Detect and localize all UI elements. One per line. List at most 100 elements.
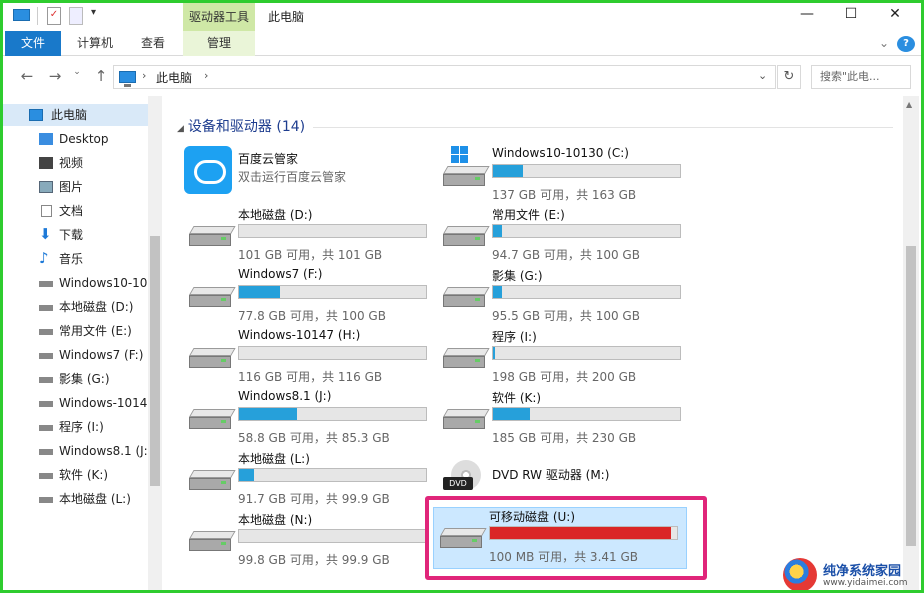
drive-free-space: 双击运行百度云管家 <box>238 170 347 184</box>
scroll-up-icon[interactable]: ▲ <box>906 100 912 109</box>
drive-free-space: 198 GB 可用，共 200 GB <box>492 370 637 384</box>
sidebar-item-drive-l[interactable]: 本地磁盘 (L:) <box>3 488 148 510</box>
recent-dropdown-icon[interactable]: ⌄ <box>67 67 87 77</box>
drive-free-space: 95.5 GB 可用，共 100 GB <box>492 309 640 323</box>
tab-file[interactable]: 文件 <box>5 31 61 56</box>
drive-tile[interactable]: 可移动磁盘 (U:) 100 MB 可用，共 3.41 GB <box>433 507 687 569</box>
help-icon[interactable]: ? <box>897 36 915 52</box>
drive-name: 常用文件 (E:) <box>492 208 565 222</box>
sidebar-item-music[interactable]: ♪ 音乐 <box>3 248 148 270</box>
forward-icon[interactable]: → <box>45 67 65 85</box>
sidebar-item-drive-j[interactable]: Windows8.1 (J: <box>3 440 148 462</box>
drive-tile[interactable]: 百度云管家双击运行百度云管家 <box>183 146 433 206</box>
sidebar-item-drive-f[interactable]: Windows7 (F:) <box>3 344 148 366</box>
address-row: ← → ⌄ ↑ › 此电脑 › ⌄ ↻ 搜索"此电... <box>3 59 921 93</box>
drive-tile[interactable]: 本地磁盘 (D:) 101 GB 可用，共 101 GB <box>183 206 433 266</box>
drive-free-space: 116 GB 可用，共 116 GB <box>238 370 383 384</box>
chevron-right-icon[interactable]: › <box>142 69 146 82</box>
drive-name: 本地磁盘 (N:) <box>238 513 313 527</box>
sidebar-item-drive-g[interactable]: 影集 (G:) <box>3 368 148 390</box>
group-title: 设备和驱动器 (14) <box>187 119 306 135</box>
usage-bar <box>489 526 678 540</box>
address-bar[interactable]: › 此电脑 › ⌄ <box>113 65 776 89</box>
scrollbar-thumb[interactable] <box>906 246 916 546</box>
sidebar-item-drive-d[interactable]: 本地磁盘 (D:) <box>3 296 148 318</box>
drive-tile[interactable]: Windows-10147 (H:) 116 GB 可用，共 116 GB <box>183 328 433 388</box>
window-title: 此电脑 <box>268 10 305 24</box>
sidebar-item-this-pc[interactable]: 此电脑 <box>3 104 148 126</box>
qat-divider <box>37 7 38 25</box>
computer-icon[interactable] <box>13 7 31 25</box>
drive-tile[interactable]: 软件 (K:) 185 GB 可用，共 230 GB <box>437 389 687 449</box>
music-icon: ♪ <box>39 249 49 267</box>
collapse-icon[interactable]: ◢ <box>177 124 184 134</box>
sidebar-item-label: 常用文件 (E:) <box>59 324 132 338</box>
sidebar-item-label: Windows10-10 <box>59 276 148 290</box>
drive-tile[interactable]: Windows7 (F:) 77.8 GB 可用，共 100 GB <box>183 267 433 327</box>
sidebar-item-documents[interactable]: 文档 <box>3 200 148 222</box>
context-tab-drive-tools[interactable]: 驱动器工具 <box>183 3 255 31</box>
back-icon[interactable]: ← <box>17 67 37 85</box>
sidebar-item-label: 程序 (I:) <box>59 420 104 434</box>
drive-name: 软件 (K:) <box>492 391 542 405</box>
sidebar-item-drive-k[interactable]: 软件 (K:) <box>3 464 148 486</box>
drive-free-space: 100 MB 可用，共 3.41 GB <box>489 550 638 564</box>
nav-scrollbar[interactable] <box>148 96 162 590</box>
scrollbar-thumb[interactable] <box>150 236 160 486</box>
sidebar-item-label: 视频 <box>59 156 84 170</box>
sidebar-item-downloads[interactable]: ⬇ 下载 <box>3 224 148 246</box>
drive-tile[interactable]: Windows8.1 (J:) 58.8 GB 可用，共 85.3 GB <box>183 389 433 449</box>
drive-name: 影集 (G:) <box>492 269 543 283</box>
tab-view[interactable]: 查看 <box>127 31 179 56</box>
tab-computer[interactable]: 计算机 <box>65 31 125 56</box>
properties-icon[interactable]: ✓ <box>47 7 61 25</box>
drive-tile[interactable]: DVD DVD RW 驱动器 (M:) <box>437 450 687 510</box>
address-dropdown-icon[interactable]: ⌄ <box>758 69 767 82</box>
new-folder-icon[interactable] <box>69 7 83 25</box>
hard-drive-icon <box>189 409 236 431</box>
drive-name: Windows-10147 (H:) <box>238 328 361 342</box>
sidebar-item-drive-e[interactable]: 常用文件 (E:) <box>3 320 148 342</box>
drive-name: 百度云管家 <box>238 152 299 166</box>
hard-drive-icon <box>443 226 490 248</box>
hard-drive-icon <box>443 287 490 309</box>
maximize-icon[interactable]: ☐ <box>829 3 873 27</box>
refresh-button[interactable]: ↻ <box>777 65 801 89</box>
ribbon-expand-icon[interactable]: ⌄ <box>875 31 893 56</box>
hard-drive-icon <box>189 531 236 553</box>
drive-tile[interactable]: 程序 (I:) 198 GB 可用，共 200 GB <box>437 328 687 388</box>
hard-drive-icon <box>189 348 236 370</box>
hard-drive-icon <box>443 348 490 370</box>
sidebar-item-drive-i[interactable]: 程序 (I:) <box>3 416 148 438</box>
breadcrumb[interactable]: 此电脑 <box>156 69 192 86</box>
usage-bar-fill <box>493 347 495 359</box>
up-icon[interactable]: ↑ <box>91 67 111 85</box>
drive-free-space: 99.8 GB 可用，共 99.9 GB <box>238 553 390 567</box>
usage-bar-fill <box>493 225 503 237</box>
search-input[interactable]: 搜索"此电... <box>811 65 911 89</box>
sidebar-item-videos[interactable]: 视频 <box>3 152 148 174</box>
drive-tile[interactable]: 本地磁盘 (L:) 91.7 GB 可用，共 99.9 GB <box>183 450 433 510</box>
usage-bar-fill <box>490 527 672 539</box>
close-icon[interactable]: ✕ <box>873 3 917 27</box>
chevron-right-icon[interactable]: › <box>204 69 208 82</box>
hard-drive-icon <box>189 226 236 248</box>
drive-tile[interactable]: 影集 (G:) 95.5 GB 可用，共 100 GB <box>437 267 687 327</box>
drive-tile[interactable]: 常用文件 (E:) 94.7 GB 可用，共 100 GB <box>437 206 687 266</box>
sidebar-item-desktop[interactable]: Desktop <box>3 128 148 150</box>
drive-tile[interactable]: Windows10-10130 (C:) 137 GB 可用，共 163 GB <box>437 146 687 206</box>
content-scrollbar[interactable]: ▲ <box>903 96 919 590</box>
sidebar-item-label: Windows7 (F:) <box>59 348 144 362</box>
group-header[interactable]: ◢ 设备和驱动器 (14) <box>177 116 305 136</box>
drive-tile[interactable]: 本地磁盘 (N:) 99.8 GB 可用，共 99.9 GB <box>183 511 433 571</box>
sidebar-item-label: 下载 <box>59 228 84 242</box>
sidebar-item-drive-c[interactable]: Windows10-10 <box>3 272 148 294</box>
group-divider <box>313 127 893 128</box>
drive-free-space: 101 GB 可用，共 101 GB <box>238 248 383 262</box>
qat-dropdown-icon[interactable]: ▾ <box>91 7 103 25</box>
drive-icon <box>39 305 53 311</box>
sidebar-item-pictures[interactable]: 图片 <box>3 176 148 198</box>
minimize-icon[interactable]: — <box>785 3 829 27</box>
sidebar-item-drive-h[interactable]: Windows-1014 <box>3 392 148 414</box>
tab-manage[interactable]: 管理 <box>183 31 255 56</box>
